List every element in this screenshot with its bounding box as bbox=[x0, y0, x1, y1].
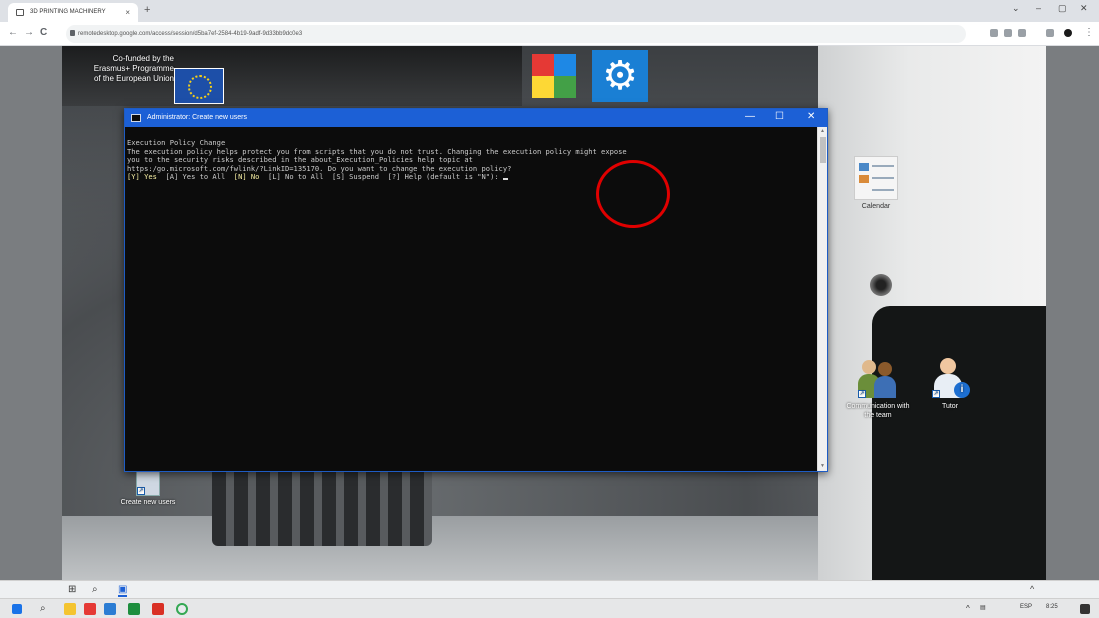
prompt-option-no-all: [L] No to All bbox=[267, 172, 324, 182]
prompt-option-yes-all: [A] Yes to All bbox=[165, 172, 226, 182]
chrome-menu-icon[interactable]: ⋮ bbox=[1084, 27, 1094, 38]
people-icon: ↗ bbox=[858, 356, 898, 400]
forward-button[interactable]: → bbox=[24, 27, 34, 38]
browser-tab[interactable]: 3D PRINTING MACHINERY × bbox=[8, 3, 138, 22]
terminal-maximize-button[interactable]: ☐ bbox=[775, 111, 784, 122]
address-bar[interactable]: remotedesktop.google.com/access/session/… bbox=[66, 25, 966, 43]
url-text: remotedesktop.google.com/access/session/… bbox=[78, 31, 303, 37]
chevron-up-icon[interactable]: ^ bbox=[1030, 584, 1034, 594]
app-icon-blue[interactable] bbox=[104, 603, 116, 615]
prompt-option-no: [N] No bbox=[233, 172, 260, 182]
app-icon-red[interactable] bbox=[84, 603, 96, 615]
desktop-icon-tutor[interactable]: i ↗ Tutor bbox=[914, 356, 986, 411]
reload-button[interactable]: C bbox=[40, 27, 47, 38]
powershell-taskbar-icon[interactable]: ▣ bbox=[118, 585, 128, 597]
desktop-icon-label: Communication with the team bbox=[846, 403, 910, 419]
lock-icon bbox=[70, 30, 75, 36]
back-button[interactable]: ← bbox=[8, 27, 18, 38]
remote-taskbar: ⊞ ⌕ ▣ ^ bbox=[0, 580, 1099, 598]
tab-close-button[interactable]: × bbox=[125, 8, 130, 17]
powershell-icon bbox=[131, 114, 141, 122]
wallpaper-machine-screen bbox=[872, 306, 1046, 580]
maximize-button[interactable]: ▢ bbox=[1058, 3, 1067, 14]
wallpaper-knob bbox=[870, 274, 892, 296]
prompt-option-suspend: [S] Suspend bbox=[332, 172, 380, 182]
search-icon[interactable]: ⌕ bbox=[40, 603, 52, 615]
search-icon[interactable]: ⌕ bbox=[92, 585, 98, 595]
windows-start-icon[interactable]: ⊞ bbox=[68, 585, 76, 595]
desktop-icon-create-new-users[interactable]: ↗ Create new users bbox=[112, 466, 184, 507]
desktop-icon-calendar[interactable]: Calendar bbox=[840, 156, 912, 211]
viewport-margin-left bbox=[0, 46, 62, 598]
tab-search-icon[interactable]: ⌄ bbox=[1012, 3, 1020, 14]
language-indicator[interactable]: ESP bbox=[1020, 604, 1032, 610]
local-taskbar: ⌕ ^ ▤ ESP 8:25 bbox=[0, 598, 1099, 618]
bookmark-star-icon[interactable] bbox=[1018, 29, 1026, 37]
browser-toolbar: ← → C remotedesktop.google.com/access/se… bbox=[0, 22, 1099, 46]
terminal-window[interactable]: Administrator: Create new users — ☐ ✕ Ex… bbox=[124, 108, 828, 472]
red-highlight-circle bbox=[596, 160, 670, 228]
desktop-icon-label: Create new users bbox=[120, 499, 176, 506]
browser-tab-strip: 3D PRINTING MACHINERY × + ⌄ – ▢ ✕ bbox=[0, 0, 1099, 22]
terminal-minimize-button[interactable]: — bbox=[745, 111, 755, 122]
tutor-icon: i ↗ bbox=[930, 356, 970, 400]
desktop-icon-communication[interactable]: ↗ Communication with the team bbox=[842, 356, 914, 420]
settings-gear-icon[interactable]: ⚙ bbox=[592, 50, 648, 102]
colorful-app-icon[interactable] bbox=[532, 54, 578, 98]
profile-avatar[interactable] bbox=[1064, 29, 1072, 37]
terminal-scrollbar[interactable]: ▲ ▼ bbox=[817, 127, 827, 471]
network-icon[interactable]: ▤ bbox=[980, 604, 986, 611]
file-explorer-icon[interactable] bbox=[64, 603, 76, 615]
terminal-title-bar[interactable]: Administrator: Create new users — ☐ ✕ bbox=[125, 109, 827, 127]
desktop-icon-label: Calendar bbox=[861, 203, 891, 210]
tray-chevron-icon[interactable]: ^ bbox=[966, 604, 970, 613]
scrollbar-thumb[interactable] bbox=[820, 137, 826, 163]
extension-icon[interactable] bbox=[990, 29, 998, 37]
wallpaper-print-bed bbox=[62, 516, 822, 580]
notification-icon[interactable] bbox=[1080, 604, 1090, 614]
eu-flag-logo bbox=[174, 68, 224, 104]
minimize-button[interactable]: – bbox=[1036, 3, 1041, 13]
scroll-up-arrow-icon[interactable]: ▲ bbox=[820, 128, 826, 134]
calendar-icon bbox=[854, 156, 898, 200]
terminal-title: Administrator: Create new users bbox=[147, 114, 247, 121]
new-tab-button[interactable]: + bbox=[144, 4, 150, 16]
windows-start-icon[interactable] bbox=[12, 604, 22, 614]
close-window-button[interactable]: ✕ bbox=[1080, 3, 1088, 14]
terminal-output[interactable]: Execution Policy Change The execution pol… bbox=[125, 127, 817, 471]
app-icon-green[interactable] bbox=[128, 603, 140, 615]
app-icon-orange[interactable] bbox=[152, 603, 164, 615]
remote-desktop-icon bbox=[16, 9, 24, 16]
text-cursor bbox=[502, 178, 508, 181]
remote-desktop-viewport[interactable]: Co-funded by the Erasmus+ Programme of t… bbox=[0, 46, 1099, 598]
clock-time[interactable]: 8:25 bbox=[1046, 604, 1058, 610]
desktop-icon-label: Tutor bbox=[941, 403, 959, 410]
viewport-margin-right bbox=[1046, 46, 1099, 598]
sidebar-icon[interactable] bbox=[1046, 29, 1054, 37]
eu-cofunded-text: Co-funded by the Erasmus+ Programme of t… bbox=[93, 54, 174, 83]
prompt-option-help: [?] Help (default is "N"): bbox=[387, 172, 499, 182]
tab-title: 3D PRINTING MACHINERY bbox=[30, 9, 106, 15]
share-icon[interactable] bbox=[1004, 29, 1012, 37]
chrome-icon[interactable] bbox=[176, 603, 188, 615]
prompt-option-yes: [Y] Yes bbox=[127, 172, 157, 182]
scroll-down-arrow-icon[interactable]: ▼ bbox=[820, 463, 826, 469]
wallpaper-gear bbox=[212, 466, 432, 546]
terminal-close-button[interactable]: ✕ bbox=[807, 111, 815, 122]
terminal-prompt-line: [Y] Yes [A] Yes to All [N] No [L] No to … bbox=[127, 173, 817, 182]
